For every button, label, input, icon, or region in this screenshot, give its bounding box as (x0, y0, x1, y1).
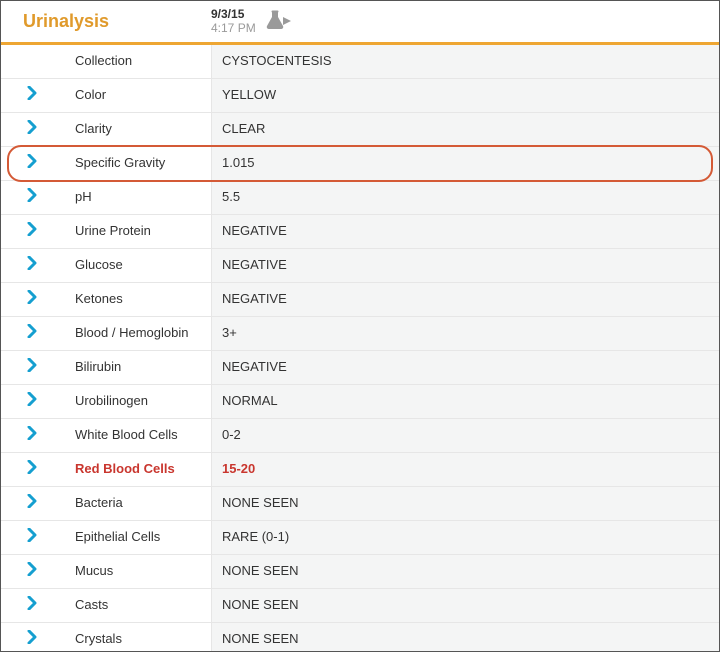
expand-cell[interactable] (1, 147, 63, 180)
result-label: Crystals (63, 623, 211, 652)
chevron-right-icon[interactable] (27, 290, 37, 309)
result-label: pH (63, 181, 211, 214)
chevron-right-icon[interactable] (27, 630, 37, 649)
result-value: NEGATIVE (211, 283, 719, 316)
result-label: Ketones (63, 283, 211, 316)
result-label: Mucus (63, 555, 211, 588)
expand-cell[interactable] (1, 521, 63, 554)
expand-cell[interactable] (1, 351, 63, 384)
result-label: Urine Protein (63, 215, 211, 248)
result-value: NONE SEEN (211, 487, 719, 520)
header-meta: 9/3/15 4:17 PM (211, 7, 292, 36)
result-value: CYSTOCENTESIS (211, 45, 719, 78)
chevron-right-icon[interactable] (27, 256, 37, 275)
chevron-right-icon[interactable] (27, 528, 37, 547)
header-title-cell: Urinalysis (1, 7, 211, 32)
result-label: Color (63, 79, 211, 112)
chevron-right-icon[interactable] (27, 188, 37, 207)
expand-cell[interactable] (1, 623, 63, 652)
expand-cell[interactable] (1, 589, 63, 622)
expand-cell[interactable] (1, 249, 63, 282)
chevron-right-icon[interactable] (27, 562, 37, 581)
result-value: NONE SEEN (211, 623, 719, 652)
chevron-right-icon[interactable] (27, 86, 37, 105)
result-value: 3+ (211, 317, 719, 350)
result-row[interactable]: Epithelial Cells RARE (0-1) (1, 521, 719, 555)
chevron-right-icon[interactable] (27, 460, 37, 479)
expand-cell[interactable] (1, 317, 63, 350)
result-value: NEGATIVE (211, 249, 719, 282)
expand-cell[interactable] (1, 453, 63, 486)
expand-cell[interactable] (1, 79, 63, 112)
chevron-right-icon[interactable] (27, 426, 37, 445)
result-label: Epithelial Cells (63, 521, 211, 554)
urinalysis-panel: { "header": { "title": "Urinalysis", "da… (0, 0, 720, 652)
result-value: YELLOW (211, 79, 719, 112)
expand-cell[interactable] (1, 385, 63, 418)
result-value: RARE (0-1) (211, 521, 719, 554)
result-row[interactable]: Clarity CLEAR (1, 113, 719, 147)
result-row[interactable]: Red Blood Cells 15-20 (1, 453, 719, 487)
result-row[interactable]: Crystals NONE SEEN (1, 623, 719, 652)
result-value: 5.5 (211, 181, 719, 214)
result-value: NONE SEEN (211, 555, 719, 588)
chevron-right-icon[interactable] (27, 120, 37, 139)
result-row[interactable]: White Blood Cells 0-2 (1, 419, 719, 453)
result-value: 1.015 (211, 147, 719, 180)
result-value: CLEAR (211, 113, 719, 146)
result-label: Red Blood Cells (63, 453, 211, 486)
result-label: Blood / Hemoglobin (63, 317, 211, 350)
result-row[interactable]: Specific Gravity 1.015 (1, 147, 719, 181)
result-row[interactable]: Blood / Hemoglobin 3+ (1, 317, 719, 351)
expand-cell[interactable] (1, 419, 63, 452)
header-time: 4:17 PM (211, 21, 256, 35)
expand-cell[interactable] (1, 487, 63, 520)
results-table: Collection CYSTOCENTESIS Color YELLOW Cl… (1, 45, 719, 652)
result-label: Bacteria (63, 487, 211, 520)
chevron-right-icon[interactable] (27, 392, 37, 411)
result-row[interactable]: Urine Protein NEGATIVE (1, 215, 719, 249)
result-label: Clarity (63, 113, 211, 146)
result-label: Glucose (63, 249, 211, 282)
panel-header: Urinalysis 9/3/15 4:17 PM (1, 1, 719, 45)
expand-cell[interactable] (1, 283, 63, 316)
result-row[interactable]: Bacteria NONE SEEN (1, 487, 719, 521)
expand-cell[interactable] (1, 181, 63, 214)
result-value: NEGATIVE (211, 215, 719, 248)
chevron-right-icon[interactable] (27, 596, 37, 615)
result-label: Casts (63, 589, 211, 622)
result-row[interactable]: Urobilinogen NORMAL (1, 385, 719, 419)
result-value: 0-2 (211, 419, 719, 452)
expand-cell[interactable] (1, 113, 63, 146)
result-label: Specific Gravity (63, 147, 211, 180)
result-value: NEGATIVE (211, 351, 719, 384)
expand-cell[interactable] (1, 215, 63, 248)
expand-cell[interactable] (1, 45, 63, 78)
result-row[interactable]: Casts NONE SEEN (1, 589, 719, 623)
header-date: 9/3/15 (211, 7, 256, 21)
result-row[interactable]: Bilirubin NEGATIVE (1, 351, 719, 385)
expand-cell[interactable] (1, 555, 63, 588)
result-row[interactable]: pH 5.5 (1, 181, 719, 215)
chevron-right-icon[interactable] (27, 222, 37, 241)
result-row[interactable]: Color YELLOW (1, 79, 719, 113)
header-datetime: 9/3/15 4:17 PM (211, 7, 256, 36)
result-row[interactable]: Collection CYSTOCENTESIS (1, 45, 719, 79)
result-row[interactable]: Glucose NEGATIVE (1, 249, 719, 283)
panel-title: Urinalysis (23, 11, 109, 31)
result-label: Bilirubin (63, 351, 211, 384)
lab-flask-icon (266, 10, 292, 32)
chevron-right-icon[interactable] (27, 154, 37, 173)
result-label: Urobilinogen (63, 385, 211, 418)
chevron-right-icon[interactable] (27, 324, 37, 343)
result-row[interactable]: Ketones NEGATIVE (1, 283, 719, 317)
result-value: NORMAL (211, 385, 719, 418)
chevron-right-icon[interactable] (27, 494, 37, 513)
result-label: White Blood Cells (63, 419, 211, 452)
chevron-right-icon[interactable] (27, 358, 37, 377)
result-label: Collection (63, 45, 211, 78)
result-value: NONE SEEN (211, 589, 719, 622)
result-value: 15-20 (211, 453, 719, 486)
result-row[interactable]: Mucus NONE SEEN (1, 555, 719, 589)
